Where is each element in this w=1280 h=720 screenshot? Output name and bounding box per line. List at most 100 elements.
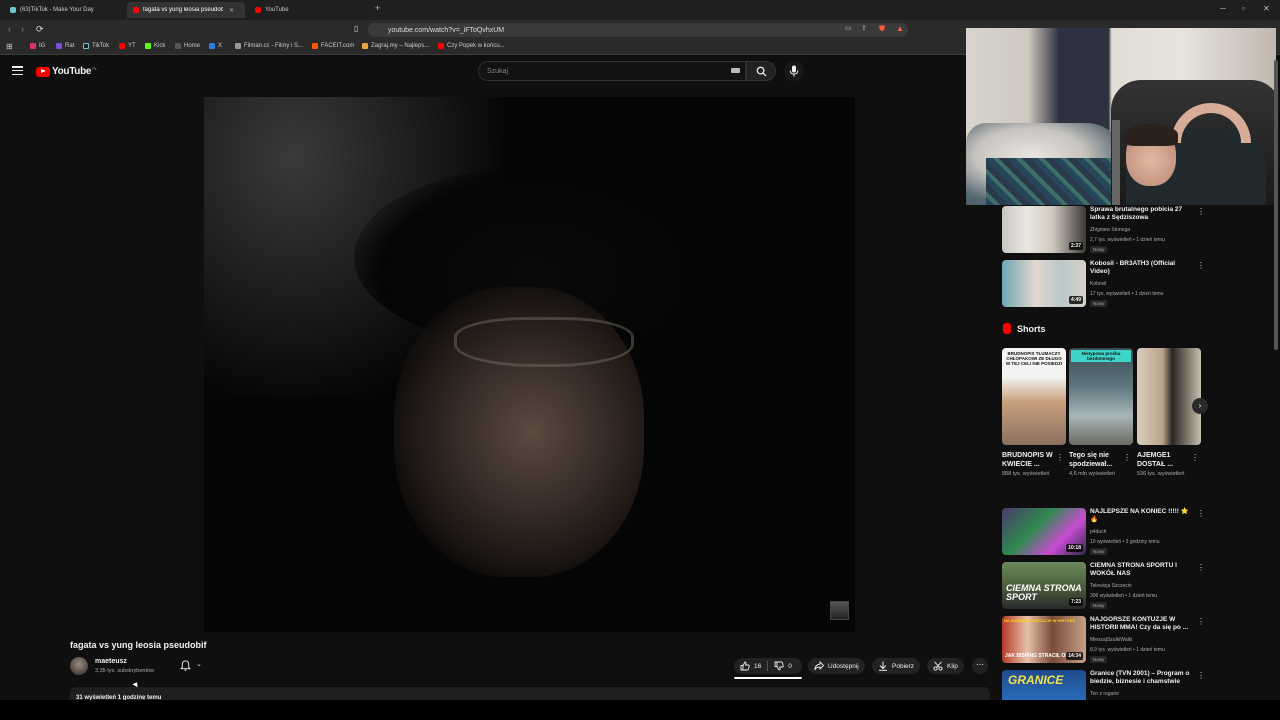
reload-icon[interactable]: ⟳: [36, 24, 44, 35]
short-title[interactable]: AJEMGE1 DOSTAŁ ...: [1137, 451, 1189, 469]
bookmark-popek[interactable]: Czy Popek w końcu...: [438, 43, 505, 49]
short-item[interactable]: BRUDNOPIS TŁUMACZY CHŁOPAKOWI ZE DŁUGO W…: [1002, 348, 1066, 478]
channel-name[interactable]: p4duch: [1090, 529, 1106, 535]
chevron-down-icon: ⌄: [196, 661, 202, 668]
video-menu-icon[interactable]: ⋮: [1197, 617, 1205, 626]
rewards-icon[interactable]: ▲: [896, 24, 904, 33]
tiktok-favicon-icon: [10, 7, 16, 13]
video-menu-icon[interactable]: ⋮: [1197, 261, 1205, 270]
short-item[interactable]: AJEMGE1 DOSTAŁ ... 536 tys. wyświetleń ⋮: [1137, 348, 1201, 478]
bookmark-home[interactable]: Home: [175, 43, 200, 49]
video-title[interactable]: Kobosil - BR3ATH3 (Official Video): [1090, 260, 1190, 276]
dislike-count: 0: [788, 662, 792, 670]
bookmark-filman[interactable]: Filman.cc - Filmy i S...: [235, 43, 303, 49]
channel-avatar[interactable]: [70, 657, 88, 675]
search-button[interactable]: [746, 61, 776, 81]
player-overlay-thumbnail[interactable]: [830, 601, 849, 620]
recommended-video[interactable]: 4:49 Kobosil - BR3ATH3 (Official Video) …: [1002, 260, 1212, 310]
bookmark-x[interactable]: X: [209, 43, 222, 49]
browser-tab-youtube[interactable]: YouTube: [249, 2, 369, 18]
short-thumbnail[interactable]: [1137, 348, 1201, 445]
bookmark-icon[interactable]: ▯: [354, 24, 358, 33]
voice-search-button[interactable]: [784, 61, 804, 81]
youtube-icon: [119, 43, 125, 49]
like-button[interactable]: 16: [734, 658, 767, 674]
bookmark-kick[interactable]: Kick: [145, 43, 165, 49]
browser-tab-video[interactable]: fagata vs yung leosia pseudobif ✕: [127, 2, 245, 18]
maximize-icon[interactable]: ▫: [1242, 4, 1245, 13]
short-thumbnail[interactable]: Nietypowa prośba bezdomnego: [1069, 348, 1133, 445]
forward-icon[interactable]: ›: [21, 24, 24, 34]
search-input[interactable]: Szukaj: [478, 61, 746, 81]
page-scrollbar[interactable]: [1274, 60, 1278, 350]
video-menu-icon[interactable]: ⋮: [1197, 671, 1205, 680]
channel-name[interactable]: Telewizja Szczecin: [1090, 583, 1132, 589]
recommended-video[interactable]: GRANICE Granice (TVN 2001) – Program o b…: [1002, 670, 1212, 700]
recommended-video[interactable]: 10:18 NAJLEPSZE NA KONIEC !!!!! ⭐ 🔥 p4du…: [1002, 508, 1212, 558]
video-thumbnail[interactable]: 10:18: [1002, 508, 1086, 555]
bookmark-zagraj[interactable]: Zagraj.my – Najleps...: [362, 43, 429, 49]
short-title[interactable]: Tego się nie spodziewał...: [1069, 451, 1121, 469]
apps-grid-icon[interactable]: ⊞: [6, 42, 13, 51]
recommended-video[interactable]: CIEMNA STRONA SPORT 7:23 CIEMNA STRONA S…: [1002, 562, 1212, 612]
video-player[interactable]: [204, 97, 855, 632]
video-title[interactable]: NAJLEPSZE NA KONIEC !!!!! ⭐ 🔥: [1090, 508, 1190, 524]
close-window-icon[interactable]: ✕: [1263, 4, 1270, 13]
video-thumbnail[interactable]: GRANICE: [1002, 670, 1086, 700]
video-menu-icon[interactable]: ⋮: [1197, 509, 1205, 518]
bookmark-label: Home: [184, 43, 201, 49]
youtube-logo[interactable]: YouTube PL: [36, 66, 97, 77]
webcam-streamer-hair: [1124, 124, 1178, 146]
video-thumbnail[interactable]: NAJGORSZE KONTUZJE W HISTORII JAK BISPIN…: [1002, 616, 1086, 663]
download-button[interactable]: Pobierz: [872, 658, 921, 674]
keyboard-icon[interactable]: [731, 68, 740, 73]
minimize-icon[interactable]: ─: [1220, 4, 1226, 13]
short-menu-icon[interactable]: ⋮: [1056, 453, 1064, 462]
bookmark-faceit[interactable]: FACEIT.com: [312, 43, 354, 49]
video-title[interactable]: CIEMNA STRONA SPORTU I WOKÓŁ NAS: [1090, 562, 1190, 578]
bookmark-ig[interactable]: IG: [30, 43, 45, 49]
bookmark-yt[interactable]: YT: [119, 43, 136, 49]
short-menu-icon[interactable]: ⋮: [1123, 453, 1131, 462]
video-meta: 17 tys. wyświetleń • 1 dzień temu: [1090, 291, 1164, 297]
video-menu-icon[interactable]: ⋮: [1197, 563, 1205, 572]
video-thumbnail[interactable]: CIEMNA STRONA SPORT 7:23: [1002, 562, 1086, 609]
channel-name[interactable]: Ten z rogami: [1090, 691, 1119, 697]
recommended-video[interactable]: 2:37 Sprawa brutalnego pobicia 27 latka …: [1002, 206, 1212, 256]
webcam-blanket: [986, 158, 1126, 205]
bookmark-tiktok[interactable]: TikTok: [83, 43, 109, 49]
close-tab-icon[interactable]: ✕: [229, 7, 234, 14]
more-actions-button[interactable]: ⋯: [972, 658, 988, 674]
clip-button[interactable]: Klip: [927, 658, 964, 674]
video-title[interactable]: Sprawa brutalnego pobicia 27 latka z Sęd…: [1090, 206, 1190, 222]
share-button[interactable]: Udostępnij: [808, 658, 865, 674]
video-duration: 10:18: [1066, 544, 1083, 552]
hamburger-menu-icon[interactable]: [12, 66, 23, 75]
short-title[interactable]: BRUDNOPIS W KWIECIE ...: [1002, 451, 1054, 469]
notifications-button[interactable]: ⌄: [178, 658, 208, 674]
new-tab-button[interactable]: +: [375, 3, 380, 13]
back-icon[interactable]: ‹: [8, 24, 11, 34]
browser-tab-tiktok[interactable]: (63)TikTok - Make Your Day: [4, 2, 124, 18]
channel-name[interactable]: MieszajSzulkiWalki: [1090, 637, 1132, 643]
dislike-button[interactable]: 0: [768, 658, 798, 674]
channel-name[interactable]: maeteusz: [95, 658, 127, 665]
channel-name[interactable]: Kobosil: [1090, 281, 1106, 287]
recommended-video[interactable]: NAJGORSZE KONTUZJE W HISTORII JAK BISPIN…: [1002, 616, 1212, 666]
short-menu-icon[interactable]: ⋮: [1191, 453, 1199, 462]
video-menu-icon[interactable]: ⋮: [1197, 207, 1205, 216]
share-page-icon[interactable]: ⇪: [861, 24, 867, 32]
cast-icon[interactable]: ▭: [845, 24, 852, 32]
video-thumbnail[interactable]: 4:49: [1002, 260, 1086, 307]
video-title[interactable]: Granice (TVN 2001) – Program o biedzie, …: [1090, 670, 1190, 686]
short-thumbnail[interactable]: BRUDNOPIS TŁUMACZY CHŁOPAKOWI ZE DŁUGO W…: [1002, 348, 1066, 445]
video-title[interactable]: NAJGORSZE KONTUZJE W HISTORII MMA! Czy d…: [1090, 616, 1190, 632]
bookmark-rat[interactable]: Rat: [56, 43, 74, 49]
brave-shield-icon[interactable]: ⛊: [879, 24, 885, 34]
url-field[interactable]: youtube.com/watch?v=_iFToQvhxUM: [368, 23, 908, 37]
video-thumbnail[interactable]: 2:37: [1002, 206, 1086, 253]
channel-name[interactable]: Zbigniew Stonoga: [1090, 227, 1130, 233]
short-item[interactable]: Nietypowa prośba bezdomnego Tego się nie…: [1069, 348, 1133, 478]
shorts-next-button[interactable]: ›: [1192, 398, 1208, 414]
microphone-icon: [789, 65, 799, 77]
